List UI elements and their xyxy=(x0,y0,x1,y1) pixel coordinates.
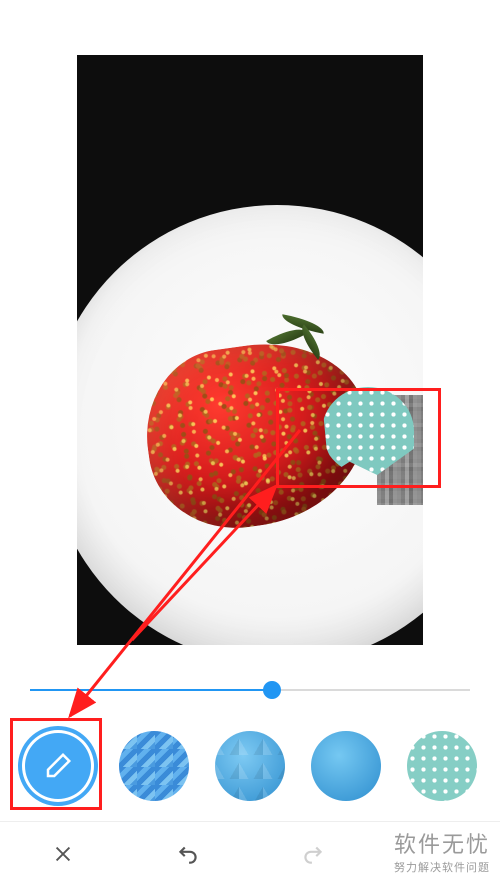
eraser-tool-button[interactable] xyxy=(19,727,97,805)
style-swatches-row xyxy=(0,718,500,813)
undo-icon xyxy=(175,841,201,867)
bottom-action-bar xyxy=(0,821,500,885)
undo-button[interactable] xyxy=(168,834,208,874)
editor-canvas[interactable] xyxy=(0,0,500,670)
swatch-pixel-mosaic[interactable] xyxy=(115,727,193,805)
photo-frame xyxy=(77,55,423,645)
swatch-polka-dots[interactable] xyxy=(403,727,481,805)
eraser-icon xyxy=(43,751,73,781)
slider-thumb[interactable] xyxy=(263,681,281,699)
redo-icon xyxy=(300,841,326,867)
close-button[interactable] xyxy=(43,834,83,874)
brush-size-slider[interactable] xyxy=(30,670,470,710)
swatch-smooth-blur[interactable] xyxy=(307,727,385,805)
redo-button[interactable] xyxy=(293,834,333,874)
slider-fill xyxy=(30,689,272,691)
swatch-triangle-mosaic[interactable] xyxy=(211,727,289,805)
close-icon xyxy=(52,843,74,865)
